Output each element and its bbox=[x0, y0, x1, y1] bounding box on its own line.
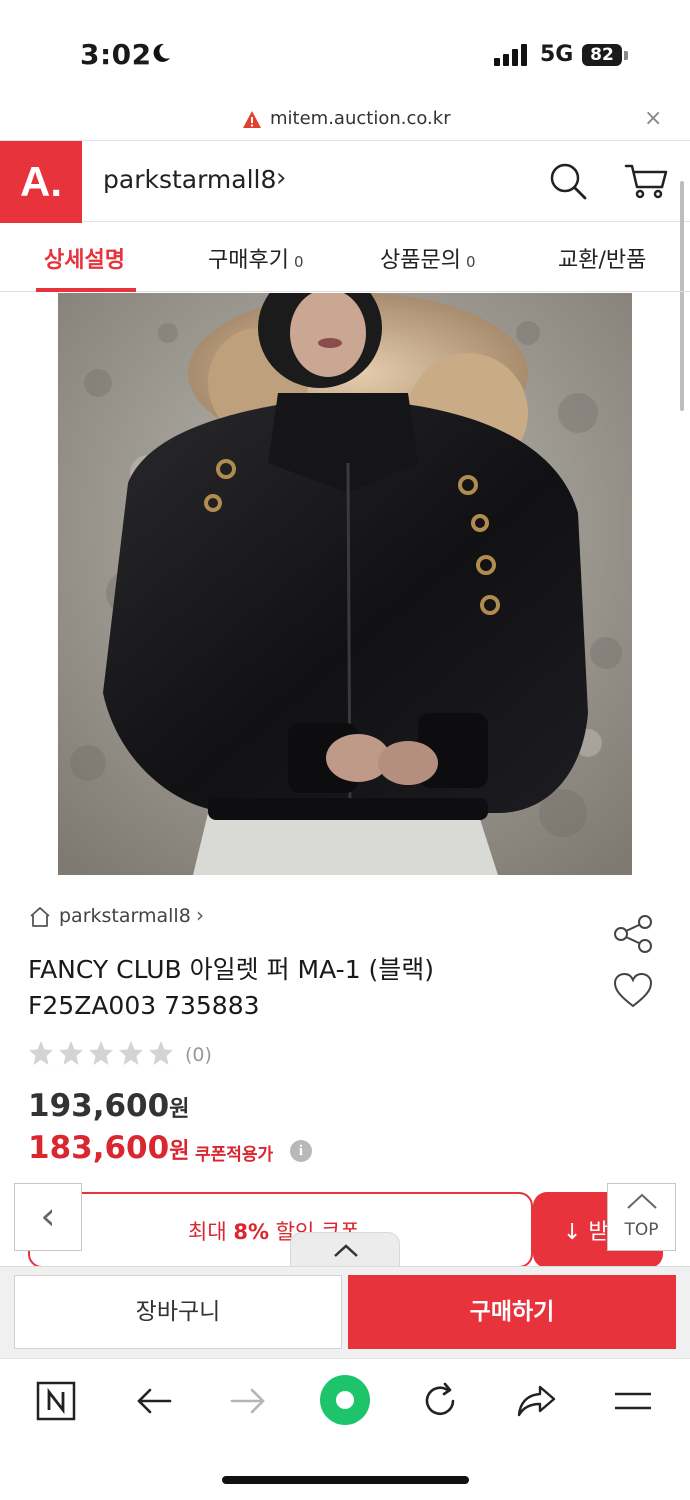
star-icon bbox=[119, 1041, 143, 1065]
tab-qna[interactable]: 상품문의 0 bbox=[380, 242, 476, 274]
scroll-top-button[interactable]: TOP bbox=[607, 1183, 676, 1251]
coupon-prefix: 최대 bbox=[188, 1220, 227, 1244]
status-bar: 3:02 5G 82 bbox=[0, 0, 690, 100]
tab-exchange[interactable]: 교환/반품 bbox=[558, 242, 646, 274]
shop-name-link[interactable]: parkstarmall8 bbox=[103, 165, 276, 194]
product-title-line1: FANCY CLUB 아일렛 퍼 MA-1 (블랙) bbox=[28, 955, 435, 984]
download-label: ↓ 받 bbox=[563, 1220, 609, 1245]
auction-logo[interactable]: A. bbox=[0, 141, 82, 223]
product-title: FANCY CLUB 아일렛 퍼 MA-1 (블랙) F25ZA003 7358… bbox=[28, 952, 588, 1024]
add-to-cart-button[interactable]: 장바구니 bbox=[14, 1275, 342, 1349]
refresh-icon[interactable] bbox=[418, 1379, 462, 1423]
home-icon bbox=[30, 907, 50, 927]
buy-now-button[interactable]: 구매하기 bbox=[348, 1275, 676, 1349]
tab-reviews[interactable]: 구매후기 0 bbox=[208, 242, 304, 274]
back-arrow-icon[interactable] bbox=[132, 1379, 176, 1423]
home-indicator[interactable] bbox=[222, 1476, 469, 1484]
share-arrow-icon[interactable] bbox=[514, 1379, 558, 1423]
tab-label: 구매후기 bbox=[208, 248, 289, 273]
forward-arrow-icon[interactable] bbox=[226, 1379, 270, 1423]
star-icon bbox=[59, 1041, 83, 1065]
scrollbar[interactable] bbox=[680, 181, 684, 411]
n-icon[interactable] bbox=[34, 1379, 78, 1423]
currency-unit: 원 bbox=[169, 1097, 190, 1122]
heart-icon[interactable] bbox=[612, 970, 654, 1012]
purchase-action-bar: 장바구니 구매하기 bbox=[0, 1266, 690, 1358]
coupon-price-label: 쿠폰적용가 bbox=[195, 1145, 274, 1165]
chevron-up-icon bbox=[627, 1193, 657, 1209]
tab-detail[interactable]: 상세설명 bbox=[44, 242, 125, 274]
moon-icon bbox=[153, 43, 170, 62]
coupon-banner[interactable]: 최대 8% 할인 쿠폰 bbox=[28, 1192, 533, 1268]
currency-unit: 원 bbox=[169, 1139, 190, 1164]
menu-icon[interactable] bbox=[611, 1379, 655, 1423]
back-button[interactable]: ‹ bbox=[14, 1183, 82, 1251]
product-image[interactable] bbox=[58, 293, 632, 875]
chevron-right-icon: › bbox=[276, 163, 287, 193]
battery-tip bbox=[624, 51, 628, 60]
close-icon[interactable]: × bbox=[644, 108, 662, 130]
review-count[interactable]: (0) bbox=[185, 1044, 212, 1066]
original-price: 193,600원 bbox=[28, 1088, 189, 1124]
signal-icon bbox=[494, 44, 527, 66]
star-icon bbox=[149, 1041, 173, 1065]
product-title-line2: F25ZA003 735883 bbox=[28, 991, 260, 1020]
original-price-value: 193,600 bbox=[28, 1088, 170, 1124]
tab-count: 0 bbox=[465, 253, 476, 271]
status-time: 3:02 bbox=[80, 38, 152, 71]
sale-price: 183,600원 bbox=[28, 1130, 189, 1166]
coupon-rate: 8% bbox=[233, 1220, 269, 1244]
chevron-up-icon bbox=[334, 1244, 358, 1257]
rating-stars bbox=[28, 1040, 174, 1070]
tab-label: 교환/반품 bbox=[558, 248, 647, 273]
url-text[interactable]: mitem.auction.co.kr bbox=[270, 108, 451, 129]
tab-active-indicator bbox=[36, 288, 136, 292]
green-dot-icon[interactable] bbox=[318, 1373, 372, 1427]
warning-icon bbox=[243, 111, 261, 128]
search-icon[interactable] bbox=[548, 161, 588, 201]
info-icon[interactable]: i bbox=[290, 1140, 312, 1162]
url-bar[interactable]: mitem.auction.co.kr × bbox=[0, 100, 690, 140]
chevron-right-icon: › bbox=[196, 903, 204, 927]
product-tabs: 상세설명 구매후기 0 상품문의 0 교환/반품 bbox=[0, 222, 690, 292]
sale-price-value: 183,600 bbox=[28, 1130, 170, 1166]
tab-label: 상품문의 bbox=[380, 248, 461, 273]
tab-count: 0 bbox=[293, 253, 304, 271]
star-icon bbox=[89, 1041, 113, 1065]
cart-icon[interactable] bbox=[624, 161, 668, 201]
tab-label: 상세설명 bbox=[44, 248, 125, 273]
top-label: TOP bbox=[624, 1220, 659, 1240]
share-icon[interactable] bbox=[612, 913, 654, 955]
network-type: 5G bbox=[540, 42, 574, 67]
star-icon bbox=[29, 1041, 53, 1065]
store-name-link[interactable]: parkstarmall8 bbox=[59, 905, 191, 927]
site-header: A. parkstarmall8 › bbox=[0, 140, 690, 411]
battery-icon: 82 bbox=[582, 44, 622, 66]
